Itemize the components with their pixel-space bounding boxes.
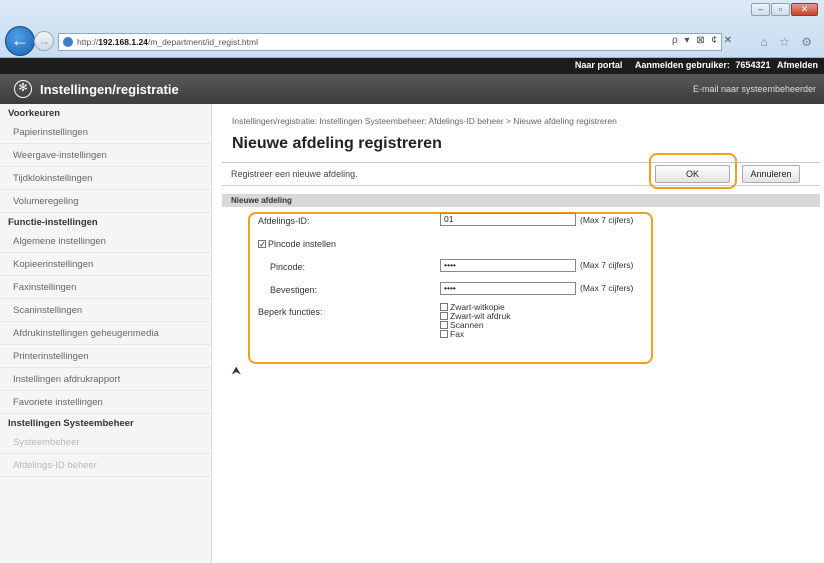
sidebar-item[interactable]: Systeembeheer [0,431,211,454]
sidebar-item[interactable]: Afdrukinstellingen geheugenmedia [0,322,211,345]
url-path: /m_department/id_regist.html [147,37,258,47]
login-user: 7654321 [735,60,771,70]
maximize-icon[interactable]: ▫ [771,3,790,16]
confirm-label: Bevestigen: [270,285,318,295]
scroll-top-icon[interactable]: ⮝ [232,366,241,377]
restrict-checkbox[interactable] [440,320,448,329]
sidebar-item[interactable]: Favoriete instellingen [0,391,211,414]
logout-link[interactable]: Afmelden [777,60,818,70]
sidebar-heading: Voorkeuren [8,108,61,119]
page-description: Registreer een nieuwe afdeling. [231,169,358,179]
home-star-gear-icon[interactable]: ⌂ ☆ ⚙ [761,35,816,49]
top-bar: Naar portal Aanmelden gebruiker: 7654321… [0,58,824,74]
ok-button[interactable]: OK [655,165,730,183]
forward-arrow-icon[interactable]: → [34,31,54,51]
minimize-icon[interactable]: – [751,3,770,16]
sidebar-item[interactable]: Afdelings-ID beheer [0,454,211,477]
browser-toolbar: – ▫ ✕ ← → http://192.168.1.24/m_departme… [0,0,824,58]
new-department-section: Nieuwe afdeling [222,194,820,207]
close-icon[interactable]: ✕ [791,3,818,16]
sidebar-item[interactable]: Scaninstellingen [0,299,211,322]
sidebar-item[interactable]: Printerinstellingen [0,345,211,368]
portal-link[interactable]: Naar portal [575,60,623,70]
pin-checkbox-label: Pincode instellen [268,239,337,249]
breadcrumb: Instellingen/registratie: Instellingen S… [232,116,617,126]
restrict-checkbox[interactable] [440,311,448,320]
restrict-label: Beperk functies: [258,307,323,317]
sidebar-item[interactable]: Volumeregeling [0,190,211,213]
dept-id-label: Afdelings-ID: [258,216,310,226]
settings-gear-icon: ✻ [14,80,32,98]
pin-hint: (Max 7 cijfers) [580,260,634,270]
restrict-checkbox[interactable] [440,329,448,338]
sidebar-heading: Functie-instellingen [8,217,98,228]
url-host: 192.168.1.24 [98,37,148,47]
email-admin-link[interactable]: E-mail naar systeembeheerder [693,84,816,94]
url-prefix: http:// [77,37,99,47]
login-label: Aanmelden gebruiker: [634,60,730,70]
sidebar-item[interactable]: Weergave-instellingen [0,144,211,167]
restrict-checkbox[interactable] [440,302,448,311]
sidebar: Voorkeuren Papierinstellingen Weergave-ins… [0,104,212,563]
dept-id-hint: (Max 7 cijfers) [580,215,634,225]
pin-checkbox[interactable]: ✓ [258,239,266,248]
section-title: Nieuwe afdeling [222,194,820,207]
cancel-button[interactable]: Annuleren [742,165,800,183]
address-tools-icon[interactable]: ρ ▾ ⊠ ¢ ✕ [672,35,734,46]
sidebar-item[interactable]: Kopieerinstellingen [0,253,211,276]
restrict-option[interactable]: Fax [440,330,464,339]
header-title: Instellingen/registratie [40,82,179,97]
back-arrow-icon[interactable]: ← [5,26,35,56]
action-row: Registreer een nieuwe afdeling. OK Annul… [222,153,820,189]
pin-input[interactable]: •••• [440,259,576,272]
page-header: ✻ Instellingen/registratie E-mail naar s… [0,74,824,104]
dept-id-input[interactable]: 01 [440,213,576,226]
page-icon [63,37,73,47]
address-bar[interactable]: http://192.168.1.24/m_department/id_regi… [58,33,722,51]
confirm-input[interactable]: •••• [440,282,576,295]
restrict-option-label: Fax [450,329,465,339]
confirm-hint: (Max 7 cijfers) [580,283,634,293]
sidebar-item[interactable]: Algemene instellingen [0,230,211,253]
window-controls: – ▫ ✕ [751,3,818,16]
sidebar-item[interactable]: Tijdklokinstellingen [0,167,211,190]
sidebar-item[interactable]: Instellingen afdrukrapport [0,368,211,391]
pin-checkbox-row[interactable]: ✓ Pincode instellen [258,239,336,249]
sidebar-item[interactable]: Papierinstellingen [0,121,211,144]
sidebar-item[interactable]: Faxinstellingen [0,276,211,299]
sidebar-heading: Instellingen Systeembeheer [8,418,134,429]
pin-label: Pincode: [270,262,306,272]
page-title: Nieuwe afdeling registreren [232,135,442,152]
